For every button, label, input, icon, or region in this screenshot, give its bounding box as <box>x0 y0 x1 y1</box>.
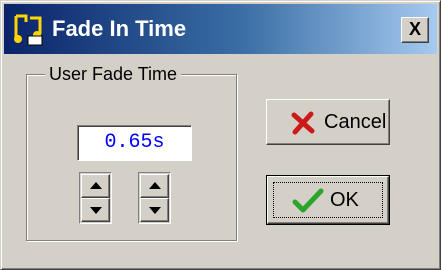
spinner-left <box>79 172 112 224</box>
focus-rectangle <box>273 182 383 218</box>
music-note-icon <box>12 12 46 46</box>
red-x-icon <box>291 111 315 141</box>
close-icon: X <box>408 19 421 39</box>
title-bar[interactable]: Fade In Time X <box>4 4 437 54</box>
spin-up-button-right[interactable] <box>140 174 169 198</box>
ok-button[interactable]: OK <box>267 176 389 224</box>
cancel-button[interactable]: Cancel <box>266 99 390 145</box>
ok-label: OK <box>330 189 359 211</box>
fade-in-time-dialog: Fade In Time X User Fade Time 0.65s Canc… <box>0 0 441 270</box>
arrow-down-icon <box>149 207 161 214</box>
arrow-up-icon <box>149 182 161 189</box>
arrow-up-icon <box>90 182 102 189</box>
green-checkmark-icon <box>292 188 324 220</box>
user-fade-time-group: User Fade Time 0.65s <box>26 64 237 241</box>
close-button[interactable]: X <box>401 17 429 43</box>
fade-time-value-field[interactable]: 0.65s <box>77 125 192 161</box>
arrow-down-icon <box>90 207 102 214</box>
spin-up-button-left[interactable] <box>81 174 110 198</box>
spin-down-button-right[interactable] <box>140 198 169 222</box>
group-label: User Fade Time <box>45 64 182 84</box>
cancel-label: Cancel <box>324 111 387 133</box>
spinner-right <box>138 172 171 224</box>
ok-button-default-frame: OK <box>266 175 390 225</box>
dialog-title: Fade In Time <box>52 16 187 41</box>
spin-down-button-left[interactable] <box>81 198 110 222</box>
